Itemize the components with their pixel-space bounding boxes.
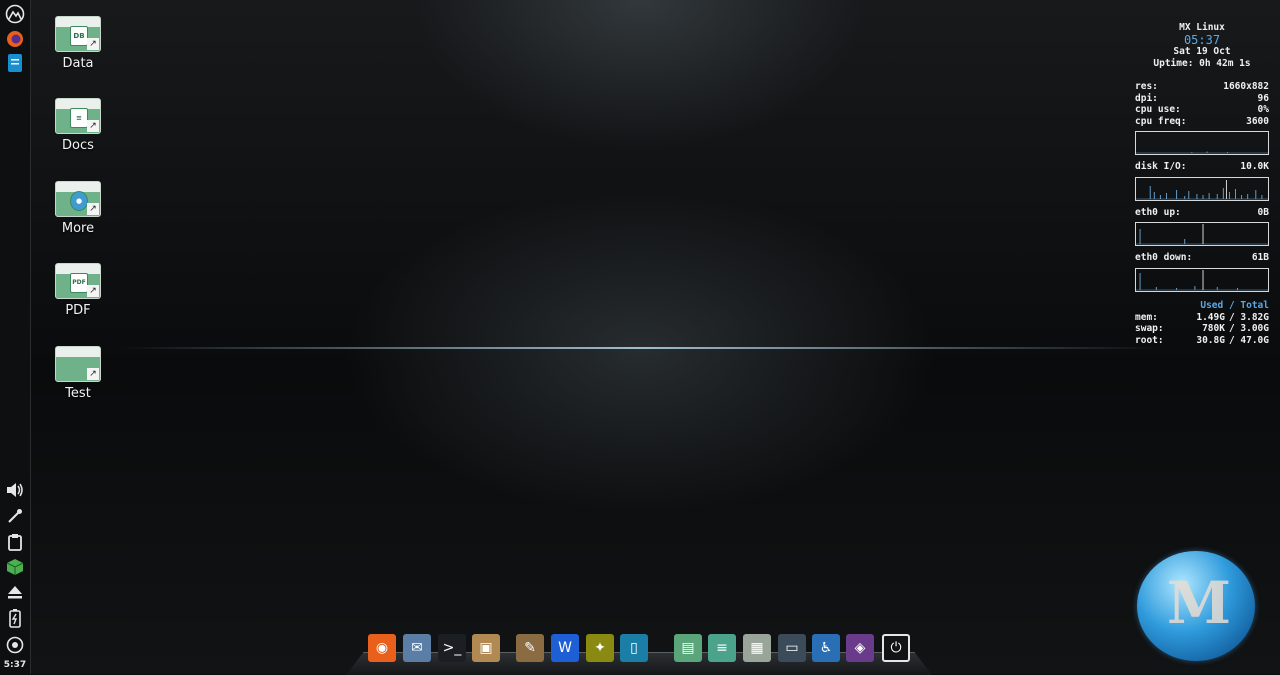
link-arrow-icon: ↗ (87, 285, 99, 297)
desktop-icon-more[interactable]: ● ↗ More (52, 181, 104, 236)
eject-icon[interactable] (4, 581, 26, 603)
folder-icon: PDF ↗ (55, 263, 101, 299)
logo-letter: M (1166, 569, 1231, 637)
folder-icon: ↗ (55, 346, 101, 382)
link-arrow-icon: ↗ (87, 368, 99, 380)
desktop-icon-pdf[interactable]: PDF ↗ PDF (52, 263, 104, 318)
globe-emblem-icon: ● (70, 191, 88, 211)
pdf-folder-icon[interactable]: ▦ (743, 634, 771, 662)
desktop-icon-label: Data (62, 56, 94, 71)
stat-row: dpi: 96 (1135, 92, 1269, 104)
panel-clock[interactable]: 5:37 (0, 660, 30, 670)
folder-icon: ≡ ↗ (55, 98, 101, 134)
image-viewer-icon[interactable]: ✦ (586, 634, 614, 662)
folder-icon: ● ↗ (55, 181, 101, 217)
desktop-icon-label: More (61, 221, 95, 236)
link-arrow-icon: ↗ (87, 38, 99, 50)
mx-logo-icon[interactable] (4, 3, 26, 25)
conky-date: Sat 19 Oct (1173, 46, 1231, 57)
usage-header: Used / Total (1200, 299, 1269, 311)
wps-writer-icon[interactable]: W (551, 634, 579, 662)
logout-icon[interactable] (4, 634, 26, 656)
desktop-icon-docs[interactable]: ≡ ↗ Docs (52, 98, 104, 153)
wallpaper-icon[interactable]: ◈ (846, 634, 874, 662)
firefox-icon[interactable] (4, 28, 26, 50)
left-panel: 5:37 (0, 0, 31, 674)
firefox-icon[interactable]: ◉ (368, 634, 396, 662)
desktop-background (0, 0, 1280, 674)
eth-up-row: eth0 up: 0B (1135, 206, 1269, 218)
conky-uptime: Uptime: 0h 42m 1s (1153, 58, 1251, 69)
folder-icon: DB ↗ (55, 16, 101, 52)
cpu-graph (1135, 131, 1269, 155)
desktop-icon-data[interactable]: DB ↗ Data (52, 16, 104, 71)
disk-graph (1135, 176, 1269, 201)
usage-row: root: 30.8G/ 47.0G (1135, 334, 1269, 346)
disk-row: disk I/O: 10.0K (1135, 161, 1269, 172)
accessibility-icon[interactable]: ♿ (812, 634, 840, 662)
usage-row: mem: 1.49G/ 3.82G (1135, 311, 1269, 323)
battery-icon[interactable] (4, 607, 26, 629)
conky-monitor: MX Linux 05:37 Sat 19 Oct Uptime: 0h 42m… (1135, 22, 1269, 346)
clipboard-icon[interactable] (4, 531, 26, 553)
desktop-icon-label: Test (65, 386, 91, 401)
mx-linux-logo: M (1137, 551, 1255, 661)
docs-folder-icon[interactable]: ≡ (708, 634, 736, 662)
document-emblem-icon: ≡ (70, 108, 88, 128)
package-updater-icon[interactable] (4, 556, 26, 578)
logout-icon[interactable]: ⏻ (882, 634, 910, 662)
color-picker-icon[interactable] (4, 505, 26, 527)
eth-down-row: eth0 down: 61B (1135, 252, 1269, 263)
pdf-emblem-icon: PDF (70, 273, 88, 293)
file-manager-icon[interactable] (4, 52, 26, 74)
stat-row: cpu use: 0% (1135, 104, 1269, 115)
gimp-icon[interactable]: ✎ (516, 634, 544, 662)
database-emblem-icon: DB (70, 26, 88, 46)
eth-down-graph (1135, 267, 1269, 292)
usage-row: swap: 780K/ 3.00G (1135, 323, 1269, 334)
desktop-icon-label: PDF (65, 303, 91, 318)
horizon-glow (120, 347, 1160, 349)
terminal-icon[interactable]: >_ (438, 634, 466, 662)
package-installer-icon[interactable]: ▣ (472, 634, 500, 662)
volume-icon[interactable] (4, 479, 26, 501)
stat-row: cpu freq: 3600 (1135, 115, 1269, 127)
mail-icon[interactable]: ✉ (403, 634, 431, 662)
link-arrow-icon: ↗ (87, 203, 99, 215)
link-arrow-icon: ↗ (87, 120, 99, 132)
window-icon[interactable]: ▭ (778, 634, 806, 662)
file-manager-icon[interactable]: ▯ (620, 634, 648, 662)
conky-time: 05:37 (1183, 33, 1221, 47)
desktop-icon-test[interactable]: ↗ Test (52, 346, 104, 401)
desktop-icon-label: Docs (62, 138, 94, 153)
data-folder-icon[interactable]: ▤ (674, 634, 702, 662)
eth-up-graph (1135, 222, 1269, 246)
stat-row: res: 1660x882 (1135, 81, 1269, 92)
